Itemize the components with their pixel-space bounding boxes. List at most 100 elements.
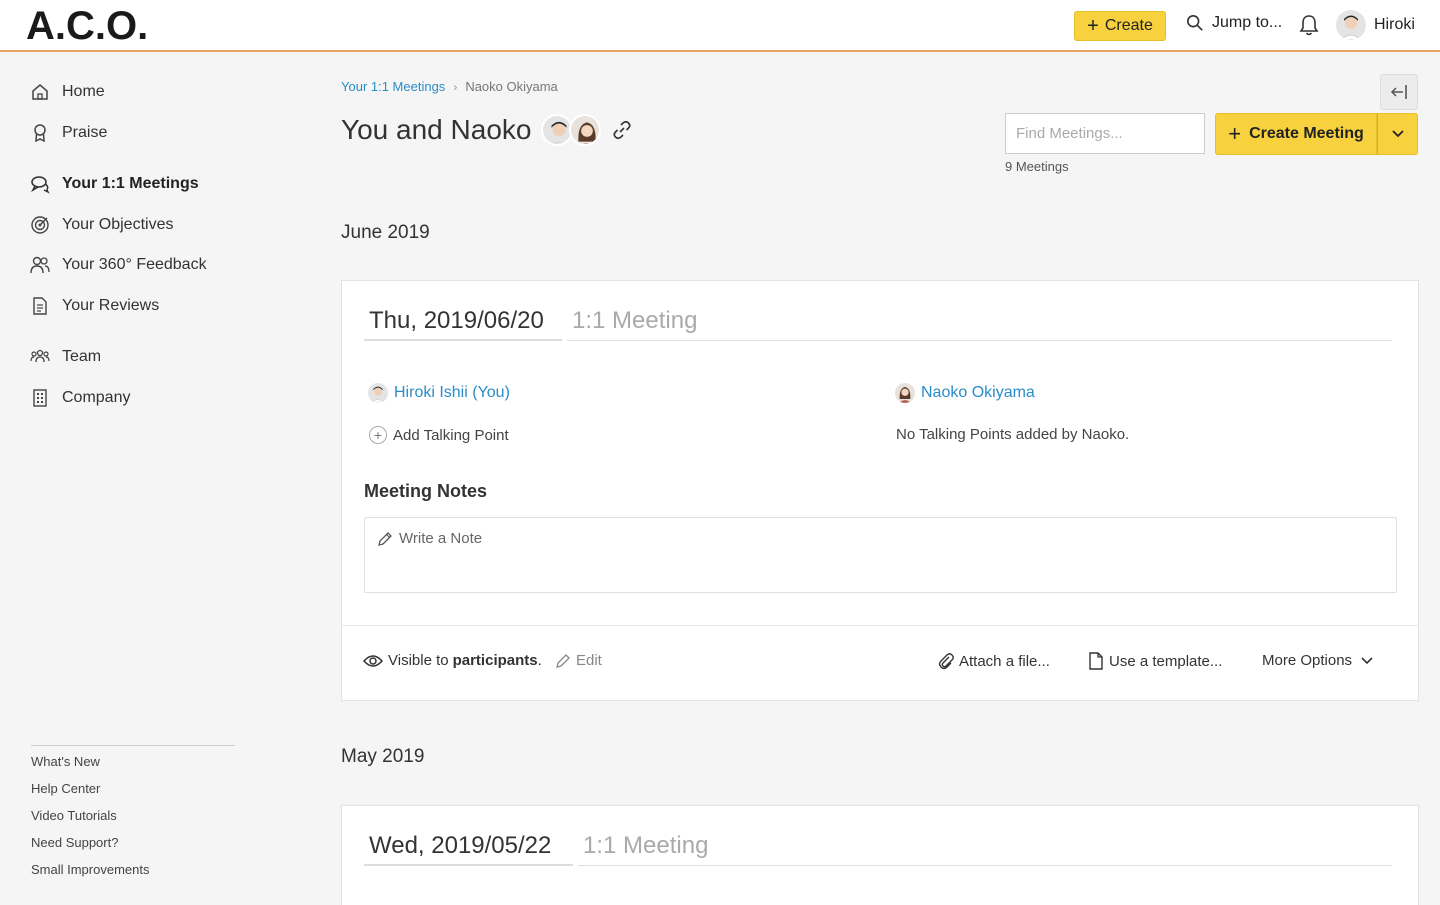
sidebar-item-label: Your 360° Feedback	[62, 256, 207, 273]
month-heading: May 2019	[341, 746, 425, 767]
eye-icon	[363, 654, 383, 667]
meeting-card-header: Thu, 2019/06/20 1:1 Meeting	[364, 303, 1392, 341]
help-center-link[interactable]: Help Center	[31, 781, 100, 796]
breadcrumb-parent[interactable]: Your 1:1 Meetings	[341, 79, 445, 94]
page-title-text: You and Naoko	[341, 114, 532, 145]
notes-placeholder-text: Write a Note	[399, 530, 483, 547]
sidebar-item-label: Team	[62, 348, 102, 365]
add-talking-point-button[interactable]: + Add Talking Point	[369, 426, 509, 444]
sidebar: Home Praise Your 1:1 Meetings Your Objec…	[0, 54, 260, 905]
chevron-down-icon	[1391, 130, 1404, 138]
sidebar-item-label: Home	[62, 83, 105, 100]
create-button[interactable]: + Create	[1074, 11, 1166, 41]
avatar-naoko[interactable]	[569, 114, 602, 146]
need-support-link[interactable]: Need Support?	[31, 835, 118, 850]
participant-self[interactable]: Hiroki Ishii (You)	[368, 383, 510, 403]
more-options-button[interactable]: More Options	[1262, 652, 1374, 669]
jump-to-search[interactable]: Jump to...	[1186, 14, 1282, 32]
top-bar: A.C.O. + Create Jump to... Hiroki	[0, 0, 1440, 52]
user-menu[interactable]: Hiroki	[1336, 10, 1415, 40]
sidebar-item-praise[interactable]: Praise	[30, 123, 107, 143]
chat-icon	[31, 176, 50, 194]
target-icon	[31, 216, 49, 234]
paperclip-icon	[938, 653, 954, 670]
participant-other-name: Naoko Okiyama	[921, 384, 1035, 401]
notes-placeholder: Write a Note	[377, 530, 482, 547]
document-icon	[33, 297, 47, 315]
find-meetings-input[interactable]	[1005, 113, 1205, 154]
visibility-info: Visible to participants.	[363, 652, 542, 669]
attach-file-button[interactable]: Attach a file...	[938, 652, 1050, 670]
no-talking-points-text: No Talking Points added by Naoko.	[896, 426, 1130, 443]
meeting-date[interactable]: Thu, 2019/06/20	[364, 303, 562, 341]
use-template-button[interactable]: Use a template...	[1088, 652, 1222, 670]
sidebar-item-meetings[interactable]: Your 1:1 Meetings	[30, 174, 199, 194]
meeting-notes-editor[interactable]: Write a Note	[364, 517, 1397, 593]
chevron-down-icon	[1361, 656, 1373, 664]
whats-new-link[interactable]: What's New	[31, 754, 100, 769]
avatar-hiroki	[368, 383, 388, 403]
pencil-icon	[556, 653, 570, 668]
edit-label: Edit	[576, 652, 602, 669]
participant-other[interactable]: Naoko Okiyama	[895, 383, 1035, 403]
arrow-left-bar-icon	[1390, 85, 1407, 99]
attach-file-label: Attach a file...	[959, 652, 1050, 670]
create-meeting-dropdown-button[interactable]	[1377, 113, 1418, 155]
visibility-target: participants	[452, 652, 538, 669]
video-tutorials-link[interactable]: Video Tutorials	[31, 808, 117, 823]
notifications-button[interactable]	[1298, 13, 1320, 42]
user-avatar	[1336, 10, 1366, 40]
meeting-date[interactable]: Wed, 2019/05/22	[364, 828, 573, 866]
more-options-label: More Options	[1262, 652, 1353, 669]
page-title: You and Naoko	[341, 114, 633, 146]
visibility-suffix: .	[537, 652, 542, 669]
bell-icon	[1299, 15, 1319, 36]
award-icon	[34, 124, 46, 143]
team-icon	[30, 349, 50, 363]
breadcrumb-current: Naoko Okiyama	[465, 79, 558, 94]
sidebar-item-reviews[interactable]: Your Reviews	[30, 296, 159, 316]
participant-avatars	[541, 114, 602, 146]
participant-self-name: Hiroki Ishii (You)	[394, 384, 510, 401]
add-talking-point-label: Add Talking Point	[393, 426, 509, 444]
visibility-prefix: Visible to	[388, 652, 449, 669]
meeting-card-footer: Visible to participants. Edit Attach a f…	[342, 625, 1418, 700]
chevron-right-icon: ›	[453, 79, 458, 94]
sidebar-item-label: Company	[62, 389, 131, 406]
meeting-type[interactable]: 1:1 Meeting	[567, 303, 1392, 341]
meeting-notes-title: Meeting Notes	[364, 481, 488, 501]
collapse-panel-button[interactable]	[1380, 74, 1418, 110]
edit-visibility-button[interactable]: Edit	[555, 652, 602, 669]
pencil-icon	[378, 531, 392, 546]
meeting-card: Thu, 2019/06/20 1:1 Meeting Hiroki Ishii…	[341, 280, 1419, 701]
meetings-count: 9 Meetings	[1005, 159, 1069, 174]
link-icon[interactable]	[611, 119, 633, 141]
sidebar-item-objectives[interactable]: Your Objectives	[30, 215, 173, 235]
plus-icon: +	[1228, 121, 1242, 146]
sidebar-divider	[31, 745, 235, 746]
meeting-card-header: Wed, 2019/05/22 1:1 Meeting	[364, 828, 1392, 866]
breadcrumb: Your 1:1 Meetings › Naoko Okiyama	[341, 79, 558, 94]
file-icon	[1089, 652, 1103, 670]
create-meeting-label: Create Meeting	[1249, 125, 1364, 142]
sidebar-item-team[interactable]: Team	[30, 347, 101, 367]
sidebar-item-label: Praise	[62, 124, 108, 141]
app-logo[interactable]: A.C.O.	[26, 4, 148, 48]
small-improvements-link[interactable]: Small Improvements	[31, 862, 149, 877]
user-name: Hiroki	[1374, 16, 1415, 33]
avatar-naoko	[895, 383, 915, 403]
sidebar-item-company[interactable]: Company	[30, 388, 130, 408]
sidebar-item-home[interactable]: Home	[30, 82, 105, 102]
meeting-type[interactable]: 1:1 Meeting	[578, 828, 1392, 866]
create-button-label: Create	[1104, 17, 1153, 34]
month-heading: June 2019	[341, 222, 430, 243]
sidebar-item-label: Your 1:1 Meetings	[62, 175, 199, 192]
search-icon	[1186, 14, 1203, 31]
home-icon	[32, 84, 48, 100]
plus-icon: +	[1087, 15, 1099, 37]
sidebar-item-360-feedback[interactable]: Your 360° Feedback	[30, 255, 207, 275]
meeting-card: Wed, 2019/05/22 1:1 Meeting	[341, 805, 1419, 905]
use-template-label: Use a template...	[1109, 652, 1223, 670]
create-meeting-button[interactable]: + Create Meeting	[1215, 113, 1377, 155]
jump-to-label: Jump to...	[1212, 14, 1283, 31]
